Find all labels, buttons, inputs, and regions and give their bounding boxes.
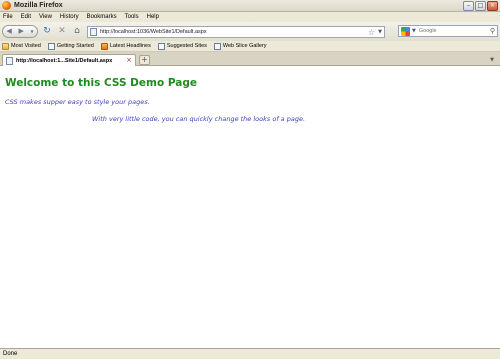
- minimize-button[interactable]: –: [463, 1, 474, 11]
- indented-text: With very little code, you can quickly c…: [92, 115, 306, 123]
- page-icon: [213, 42, 221, 50]
- search-engine-dropdown-icon[interactable]: ▼: [412, 28, 416, 34]
- bookmark-label: Latest Headlines: [109, 43, 151, 49]
- menu-bar: File Edit View History Bookmarks Tools H…: [0, 12, 500, 22]
- bookmark-suggested-sites[interactable]: Suggested Sites: [157, 42, 207, 50]
- bookmark-getting-started[interactable]: Getting Started: [47, 42, 94, 50]
- page-icon: [47, 42, 55, 50]
- bookmark-latest-headlines[interactable]: Latest Headlines: [100, 42, 151, 50]
- maximize-button[interactable]: □: [475, 1, 486, 11]
- page-icon: [157, 42, 165, 50]
- menu-history[interactable]: History: [60, 14, 79, 20]
- navigation-toolbar: ◀ ▶ ▼ ↻ ✕ ⌂ http://localhost:1036/WebSit…: [0, 22, 500, 41]
- site-identity-icon[interactable]: [90, 27, 97, 36]
- tab-close-icon[interactable]: ×: [126, 56, 132, 65]
- menu-help[interactable]: Help: [147, 14, 159, 20]
- status-bar: Done: [0, 348, 500, 359]
- bookmark-label: Getting Started: [56, 43, 94, 49]
- page-title: Welcome to this CSS Demo Page: [5, 77, 197, 89]
- bookmark-label: Most Visited: [11, 43, 41, 49]
- bookmark-label: Web Slice Gallery: [222, 43, 267, 49]
- stop-icon[interactable]: ✕: [56, 26, 68, 38]
- title-bar: Mozilla Firefox – □ ×: [0, 0, 500, 12]
- url-dropdown-icon[interactable]: ▼: [378, 27, 382, 38]
- search-icon[interactable]: ⚲: [490, 27, 495, 36]
- url-text[interactable]: http://localhost:1036/WebSite1/Default.a…: [100, 29, 207, 35]
- address-bar[interactable]: http://localhost:1036/WebSite1/Default.a…: [87, 25, 385, 38]
- page-icon: [6, 56, 13, 65]
- back-arrow-icon[interactable]: ◀: [6, 28, 11, 35]
- page-content: Welcome to this CSS Demo Page CSS makes …: [0, 67, 500, 348]
- tab-strip: http://localhost:1...Site1/Default.aspx …: [0, 52, 500, 66]
- tab-label: http://localhost:1...Site1/Default.aspx: [16, 57, 113, 64]
- rss-feed-icon: [100, 42, 108, 50]
- menu-file[interactable]: File: [3, 14, 13, 20]
- search-input[interactable]: [418, 28, 485, 34]
- status-text: Done: [3, 351, 18, 357]
- close-button[interactable]: ×: [487, 1, 498, 11]
- window-controls: – □ ×: [463, 1, 498, 11]
- firefox-icon: [2, 1, 11, 10]
- bookmark-most-visited[interactable]: Most Visited: [2, 42, 41, 50]
- window-title: Mozilla Firefox: [14, 2, 63, 9]
- bookmark-star-icon[interactable]: ☆: [368, 27, 375, 38]
- reload-icon[interactable]: ↻: [41, 26, 53, 38]
- search-bar[interactable]: ▼ ⚲: [398, 25, 498, 37]
- new-tab-button[interactable]: +: [139, 55, 150, 65]
- bookmark-web-slice-gallery[interactable]: Web Slice Gallery: [213, 42, 267, 50]
- menu-tools[interactable]: Tools: [125, 14, 139, 20]
- tab-default-aspx[interactable]: http://localhost:1...Site1/Default.aspx …: [2, 54, 136, 66]
- folder-icon: [2, 42, 9, 50]
- bookmarks-toolbar: Most Visited Getting Started Latest Head…: [0, 41, 500, 52]
- history-dropdown-icon[interactable]: ▼: [31, 29, 34, 34]
- google-icon[interactable]: [401, 26, 410, 36]
- bookmark-label: Suggested Sites: [166, 43, 207, 49]
- menu-view[interactable]: View: [39, 14, 52, 20]
- menu-bookmarks[interactable]: Bookmarks: [87, 14, 117, 20]
- forward-arrow-icon[interactable]: ▶: [18, 28, 23, 35]
- tab-list-dropdown-icon[interactable]: ▼: [487, 55, 497, 65]
- home-icon[interactable]: ⌂: [71, 26, 83, 38]
- intro-text: CSS makes supper easy to style your page…: [5, 98, 150, 106]
- menu-edit[interactable]: Edit: [21, 14, 31, 20]
- back-forward-group: ◀ ▶ ▼: [2, 25, 38, 38]
